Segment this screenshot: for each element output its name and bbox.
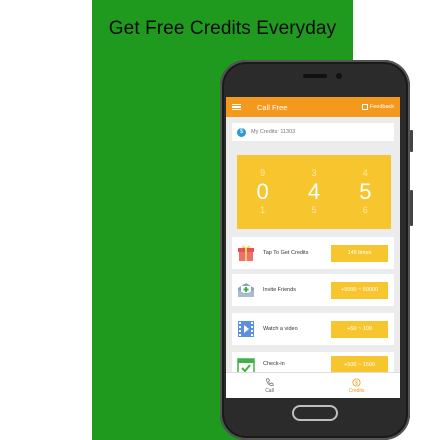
nav-credits-label: Credits bbox=[348, 387, 365, 394]
credits-label: My Credits: 11303 bbox=[251, 129, 296, 135]
promo-headline: Get Free Credits Everyday bbox=[108, 18, 337, 39]
phone-icon bbox=[266, 378, 274, 386]
menu-icon[interactable] bbox=[232, 103, 241, 111]
reel-main-digit: 0 bbox=[256, 179, 269, 204]
feedback-button[interactable]: Feedback bbox=[361, 104, 394, 110]
action-label: Tap To Get Credits bbox=[263, 250, 309, 256]
invite-friends-button[interactable]: +5000 ~ 50000 bbox=[331, 281, 388, 299]
svg-text:$: $ bbox=[355, 380, 358, 386]
promo-background: Get Free Credits Everyday Call Free Feed… bbox=[92, 0, 413, 440]
phone-speaker bbox=[303, 74, 327, 78]
phone-home-button bbox=[292, 405, 338, 421]
reel-bottom-digit: 5 bbox=[311, 205, 317, 215]
nav-credits[interactable]: $ Credits bbox=[313, 373, 400, 398]
app-bar: Call Free Feedback bbox=[226, 97, 400, 117]
dollar-icon: $ bbox=[237, 127, 246, 137]
app-title: Call Free bbox=[257, 102, 288, 112]
slot-machine[interactable]: 9 0 1 3 4 5 4 5 6 bbox=[237, 155, 391, 229]
action-row-tap: Tap To Get Credits 146 times bbox=[232, 237, 394, 269]
checkin-button[interactable]: +500 ~ 1500 bbox=[331, 356, 388, 373]
action-row-invite: Invite Friends +5000 ~ 50000 bbox=[232, 274, 394, 306]
credits-coin-icon: $ bbox=[352, 377, 361, 387]
slot-reel: 4 5 6 bbox=[350, 155, 380, 229]
nav-call[interactable]: Call bbox=[226, 373, 313, 398]
phone-volume-button bbox=[410, 130, 413, 152]
nav-call-label: Call bbox=[265, 387, 274, 394]
tap-credits-button[interactable]: 146 times bbox=[331, 244, 388, 262]
slot-reel: 9 0 1 bbox=[248, 155, 278, 229]
action-row-checkin: Check-in +500 ~ 1500 bbox=[232, 352, 394, 375]
reel-main-digit: 4 bbox=[307, 179, 321, 204]
bottom-navigation: Call $ Credits bbox=[226, 372, 400, 398]
action-label: Check-in bbox=[263, 361, 285, 367]
reel-main-digit: 5 bbox=[359, 179, 372, 204]
video-icon bbox=[236, 319, 256, 339]
feedback-label: Feedback bbox=[369, 104, 394, 110]
feedback-icon bbox=[361, 104, 368, 110]
action-label: Invite Friends bbox=[263, 287, 297, 293]
reel-bottom-digit: 1 bbox=[260, 205, 266, 215]
watch-video-button[interactable]: +50 ~ 100 bbox=[331, 320, 388, 338]
app-screen: Call Free Feedback $ My Credits: 11303 9… bbox=[226, 97, 400, 398]
reel-bottom-digit: 6 bbox=[362, 205, 368, 215]
phone-power-button bbox=[410, 190, 413, 226]
action-row-video: Watch a video +50 ~ 100 bbox=[232, 313, 394, 345]
phone-frame: Call Free Feedback $ My Credits: 11303 9… bbox=[220, 60, 413, 440]
slot-reel: 3 4 5 bbox=[299, 155, 329, 229]
invite-envelope-icon bbox=[236, 280, 256, 300]
action-label: Watch a video bbox=[263, 326, 298, 332]
credits-card: $ My Credits: 11303 bbox=[232, 123, 394, 141]
phone-camera bbox=[336, 73, 342, 79]
gift-icon bbox=[236, 243, 256, 263]
